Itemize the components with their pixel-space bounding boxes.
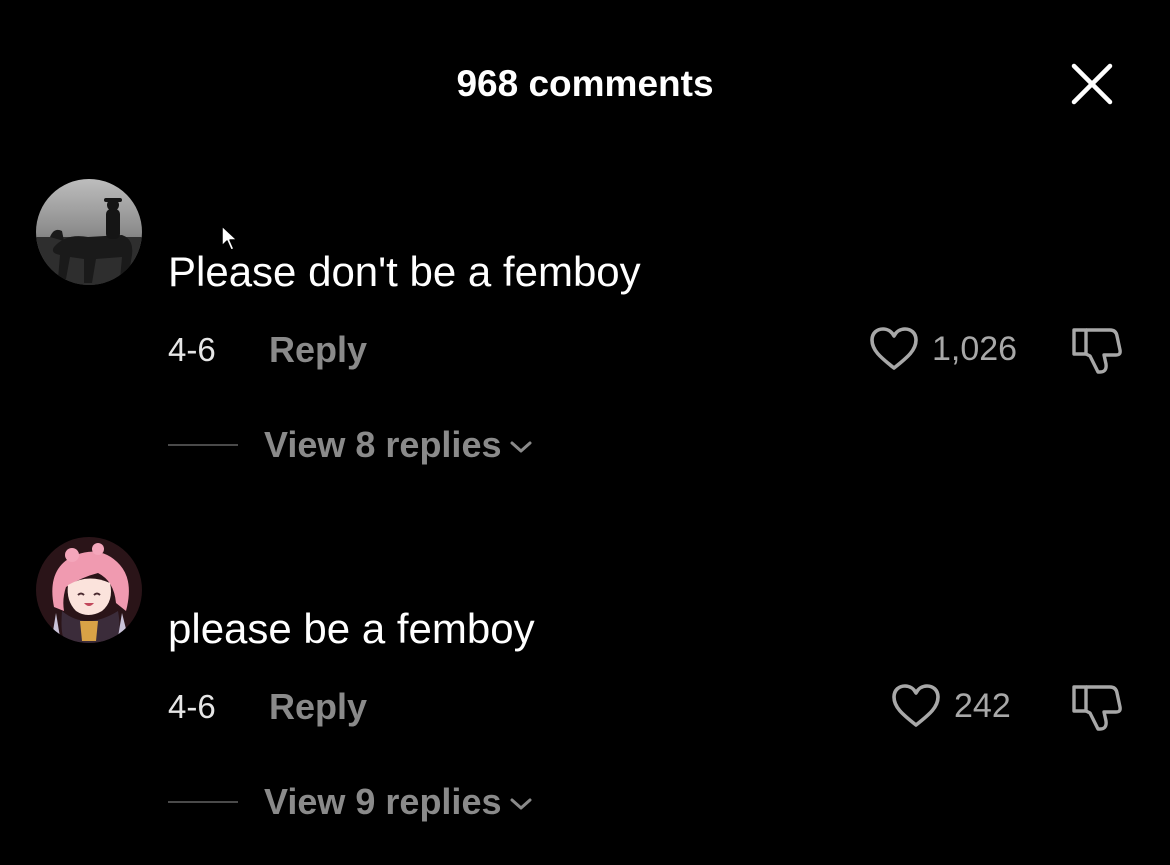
avatar[interactable] — [36, 537, 142, 643]
avatar-anime-pink-hair — [36, 537, 142, 643]
reply-button[interactable]: Reply — [269, 687, 367, 727]
comments-count-title: 968 comments — [456, 63, 714, 104]
like-count: 242 — [954, 687, 1011, 725]
view-replies-button[interactable]: View 9 replies — [168, 780, 533, 824]
view-replies-label: View 9 replies — [264, 781, 502, 822]
heart-outline-icon — [870, 327, 918, 370]
thumbs-down-icon — [1072, 685, 1122, 731]
like-count: 1,026 — [932, 330, 1018, 368]
close-icon — [1071, 63, 1113, 105]
like-button[interactable]: 242 — [890, 683, 1011, 729]
chevron-down-icon — [510, 441, 532, 453]
close-button[interactable] — [1064, 56, 1120, 112]
comment-text: please be a femboy — [168, 605, 535, 652]
avatar-rider-on-horse — [36, 179, 142, 285]
reply-button[interactable]: Reply — [269, 330, 367, 370]
dislike-button[interactable] — [1070, 679, 1124, 733]
divider-line — [168, 444, 238, 446]
view-replies-label: View 8 replies — [264, 424, 502, 465]
thumbs-down-icon — [1072, 328, 1122, 374]
view-replies-button[interactable]: View 8 replies — [168, 423, 533, 467]
chevron-down-icon — [510, 798, 532, 810]
comment-date: 4-6 — [168, 331, 216, 368]
mouse-cursor-icon — [221, 225, 238, 251]
divider-line — [168, 801, 238, 803]
comment-date: 4-6 — [168, 688, 216, 725]
comment-text: Please don't be a femboy — [168, 248, 641, 295]
heart-outline-icon — [892, 684, 940, 727]
avatar[interactable] — [36, 179, 142, 285]
like-button[interactable]: 1,026 — [868, 326, 1017, 372]
dislike-button[interactable] — [1070, 322, 1124, 376]
comments-sheet: 968 comments Please don't be a femboy 4-… — [0, 0, 1170, 865]
